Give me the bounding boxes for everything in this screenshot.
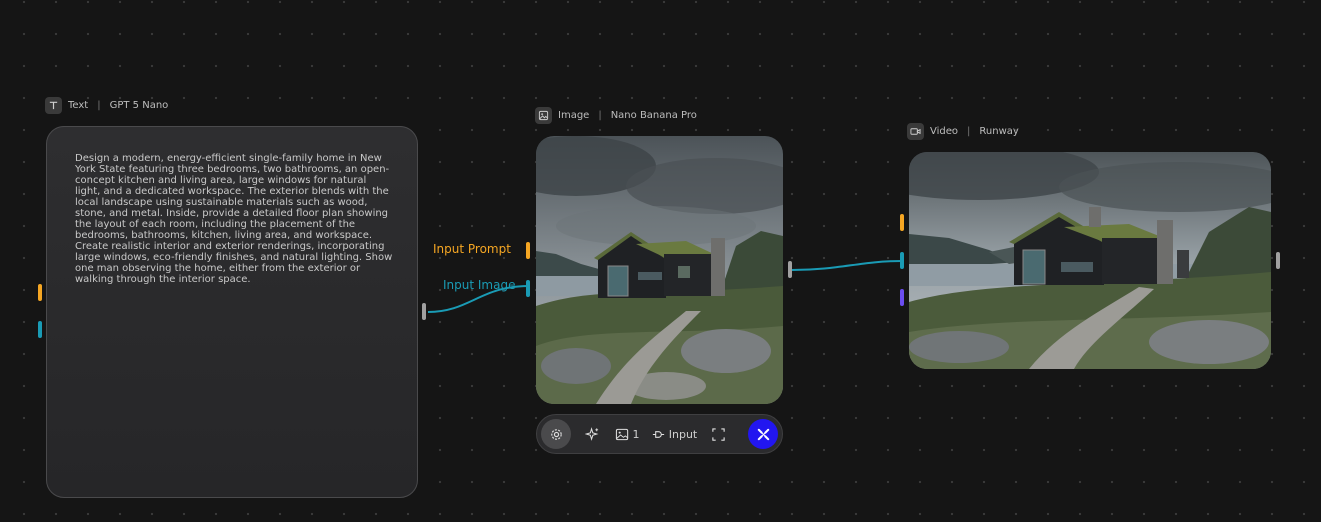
text-node-header: Text | GPT 5 Nano <box>45 97 168 114</box>
video-node-type: Video <box>930 126 959 137</box>
image-node-toolbar: 1 Input <box>536 414 783 454</box>
video-camera-icon <box>907 123 924 140</box>
generated-video-preview[interactable] <box>909 152 1271 369</box>
text-node-output-port[interactable] <box>422 303 426 320</box>
text-T-icon <box>45 97 62 114</box>
text-node-card[interactable]: Design a modern, energy-efficient single… <box>46 126 418 498</box>
video-node-model[interactable]: Runway <box>979 126 1018 137</box>
input-connector-icon <box>652 430 664 438</box>
image-node-prompt-port[interactable] <box>526 242 530 259</box>
video-node-header: Video | Runway <box>907 123 1019 140</box>
generated-image[interactable] <box>536 136 783 404</box>
image-count: 1 <box>632 427 640 441</box>
input-image-label: Input Image <box>443 278 516 292</box>
input-button-label: Input <box>668 427 698 441</box>
sparkle-icon <box>584 426 598 441</box>
enhance-button[interactable] <box>579 419 605 449</box>
video-node-output-port[interactable] <box>1276 252 1280 269</box>
input-prompt-label: Input Prompt <box>433 242 511 256</box>
gear-icon <box>550 428 562 440</box>
image-count-button[interactable]: 1 <box>613 419 641 449</box>
image-node-separator: | <box>598 110 602 121</box>
image-node-model[interactable]: Nano Banana Pro <box>611 110 697 121</box>
video-node-extra-port[interactable] <box>900 289 904 306</box>
video-node-image-port[interactable] <box>900 252 904 269</box>
video-node-separator: | <box>967 126 971 137</box>
image-node-output-port[interactable] <box>788 261 792 278</box>
image-stack-icon <box>615 428 628 440</box>
text-node-type: Text <box>68 100 89 111</box>
wire-image-to-video <box>791 260 903 271</box>
text-node-separator: | <box>97 100 101 111</box>
image-node-header: Image | Nano Banana Pro <box>535 107 697 124</box>
expand-icon <box>711 427 725 441</box>
text-node-image-port[interactable] <box>38 321 42 338</box>
image-node-image-port[interactable] <box>526 280 530 297</box>
image-icon <box>535 107 552 124</box>
input-button[interactable]: Input <box>649 419 699 449</box>
run-cross-icon <box>757 428 769 440</box>
prompt-text[interactable]: Design a modern, energy-efficient single… <box>75 153 393 285</box>
run-button[interactable] <box>748 419 778 449</box>
fullscreen-button[interactable] <box>707 419 729 449</box>
text-node-model[interactable]: GPT 5 Nano <box>110 100 169 111</box>
video-node-prompt-port[interactable] <box>900 214 904 231</box>
image-node-type: Image <box>558 110 590 121</box>
text-node-prompt-port[interactable] <box>38 284 42 301</box>
settings-button[interactable] <box>541 419 571 449</box>
